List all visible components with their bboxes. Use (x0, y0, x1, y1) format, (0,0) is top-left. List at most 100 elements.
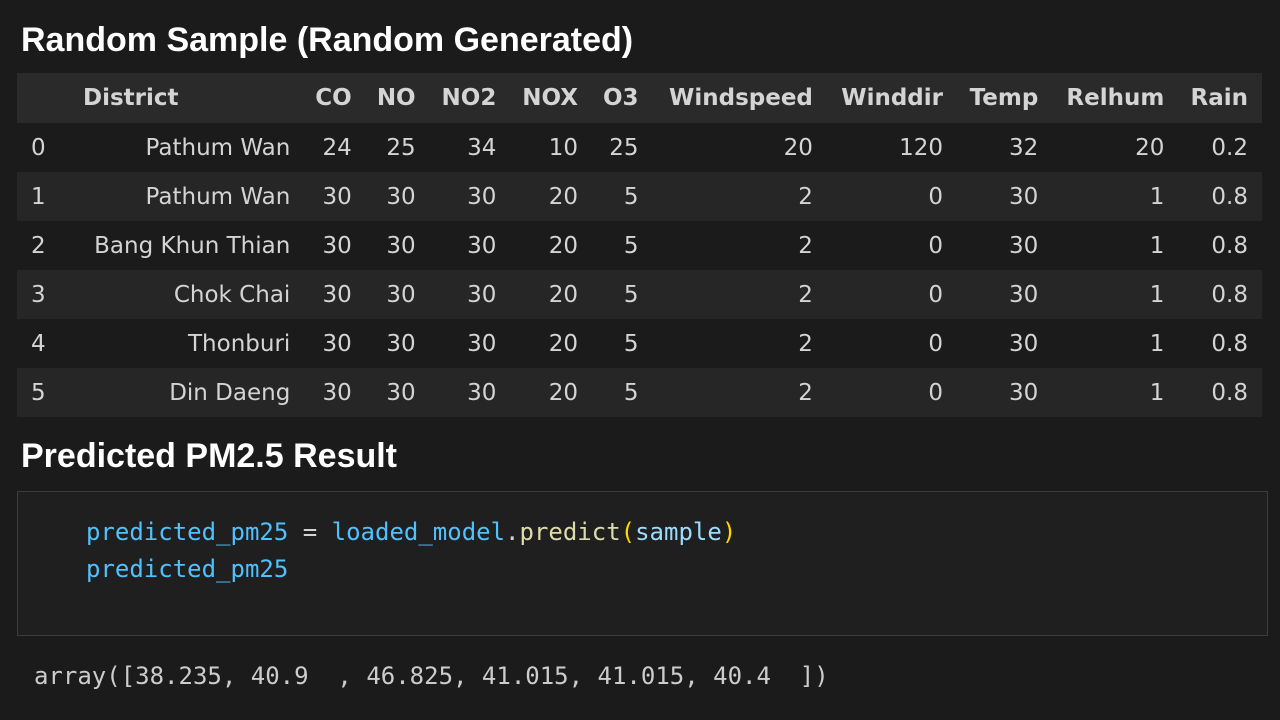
table-row: 3 Chok Chai 30 30 30 20 5 2 0 30 1 0.8 (17, 270, 1262, 319)
table-cell: 0 (928, 379, 944, 406)
table-cell: 30 (322, 232, 352, 259)
table-cell: 30 (386, 379, 416, 406)
table-cell: 30 (386, 232, 416, 259)
table-cell: 1 (1149, 281, 1165, 308)
code-token-dot: . (505, 518, 520, 546)
table-cell: 1 (1149, 330, 1165, 357)
table-cell: 2 (798, 379, 813, 406)
table-cell: 30 (386, 281, 416, 308)
column-header-index (17, 73, 75, 123)
table-cell: 32 (1009, 134, 1039, 161)
code-cell[interactable]: predicted_pm25 = loaded_model.predict(sa… (17, 491, 1268, 636)
dataframe-table: District CO NO NO2 NOX O3 Windspeed Winddir Temp… (17, 73, 1262, 417)
table-cell: 30 (386, 330, 416, 357)
table-cell: 20 (783, 134, 813, 161)
table-cell: 24 (322, 134, 352, 161)
column-header-no: NO (376, 85, 416, 111)
table-cell: 20 (548, 281, 579, 308)
table-cell: 30 (1009, 183, 1039, 210)
table-cell: Thonburi (188, 330, 291, 357)
table-row: 0 Pathum Wan 24 25 34 10 25 20 120 32 20 0.2 (17, 123, 1262, 172)
table-cell: 0 (928, 232, 944, 259)
row-index: 5 (31, 379, 46, 406)
column-header-winddir: Winddir (841, 85, 944, 111)
table-cell: 25 (609, 134, 639, 161)
table-cell: 120 (899, 134, 944, 161)
table-cell: 2 (798, 330, 813, 357)
cell-output: array([38.235, 40.9 , 46.825, 41.015, 41… (34, 662, 829, 690)
column-header-temp: Temp (969, 85, 1039, 111)
code-token-assign: = (288, 518, 332, 546)
table-row: 4 Thonburi 30 30 30 20 5 2 0 30 1 0.8 (17, 319, 1262, 368)
row-index: 0 (31, 134, 46, 161)
code-token-close-paren: ) (721, 518, 737, 546)
column-header-co: CO (315, 85, 352, 111)
table-cell: 20 (1135, 134, 1165, 161)
table-cell: Bang Khun Thian (94, 232, 291, 259)
table-cell: 20 (548, 232, 579, 259)
table-cell: 30 (1009, 281, 1039, 308)
table-body: 0 Pathum Wan 24 25 34 10 25 20 120 32 20 0.2 1 Pathum… (17, 123, 1262, 417)
row-index: 4 (31, 330, 46, 357)
row-index: 3 (31, 281, 46, 308)
table-cell: 0.2 (1211, 134, 1248, 161)
table-cell: 2 (798, 281, 813, 308)
table-cell: 5 (623, 379, 639, 406)
table-row: 5 Din Daeng 30 30 30 20 5 2 0 30 1 0.8 (17, 368, 1262, 417)
table-cell: 0 (928, 183, 944, 210)
table-cell: 5 (623, 281, 639, 308)
table-cell: 30 (467, 379, 497, 406)
table-cell: 30 (467, 281, 497, 308)
table-cell: 5 (623, 330, 639, 357)
table-cell: 30 (1009, 232, 1039, 259)
code-token-argument: sample (635, 518, 722, 546)
table-cell: Pathum Wan (145, 134, 291, 161)
column-header-district: District (83, 85, 179, 111)
table-cell: 30 (386, 183, 416, 210)
table-cell: 0 (928, 330, 944, 357)
table-cell: Din Daeng (169, 379, 291, 406)
table-cell: 25 (386, 134, 416, 161)
code-token-function: predict (519, 518, 621, 546)
table-cell: 30 (467, 232, 497, 259)
code-token-object: loaded_model (331, 518, 506, 546)
column-header-no2: NO2 (441, 85, 497, 111)
row-index: 1 (31, 183, 46, 210)
table-cell: 5 (623, 232, 639, 259)
table-row: 1 Pathum Wan 30 30 30 20 5 2 0 30 1 0.8 (17, 172, 1262, 221)
table-cell: 0.8 (1211, 330, 1248, 357)
table-cell: 2 (798, 183, 813, 210)
column-header-windspeed: Windspeed (668, 85, 813, 111)
code-line-2: predicted_pm25 (86, 555, 289, 583)
table-cell: 30 (322, 379, 352, 406)
sample-dataframe: District CO NO NO2 NOX O3 Windspeed Winddir Temp… (17, 73, 1262, 417)
table-cell: 0.8 (1211, 281, 1248, 308)
table-row: 2 Bang Khun Thian 30 30 30 20 5 2 0 30 1 0.8 (17, 221, 1262, 270)
table-cell: 30 (322, 330, 352, 357)
table-cell: 0.8 (1211, 183, 1248, 210)
table-cell: 30 (1009, 379, 1039, 406)
table-cell: 0.8 (1211, 379, 1248, 406)
table-cell: 20 (548, 183, 579, 210)
table-cell: 10 (548, 134, 579, 161)
table-cell: 5 (623, 183, 639, 210)
table-cell: 34 (467, 134, 497, 161)
code-line-1: predicted_pm25 = loaded_model.predict(sa… (86, 518, 736, 546)
table-cell: 30 (322, 281, 352, 308)
code-token-open-paren: ( (620, 518, 636, 546)
table-cell: 30 (467, 183, 497, 210)
code-token-variable: predicted_pm25 (86, 518, 289, 546)
table-cell: Pathum Wan (145, 183, 291, 210)
table-cell: 1 (1149, 232, 1165, 259)
table-cell: Chok Chai (173, 281, 291, 308)
column-header-o3: O3 (602, 85, 639, 111)
table-cell: 2 (798, 232, 813, 259)
column-header-relhum: Relhum (1066, 85, 1165, 111)
column-header-nox: NOX (522, 85, 579, 111)
row-index: 2 (31, 232, 46, 259)
column-header-rain: Rain (1190, 85, 1249, 111)
sample-title: Random Sample (Random Generated) (21, 21, 634, 59)
table-cell: 0.8 (1211, 232, 1248, 259)
table-cell: 30 (467, 330, 497, 357)
table-cell: 1 (1149, 379, 1165, 406)
